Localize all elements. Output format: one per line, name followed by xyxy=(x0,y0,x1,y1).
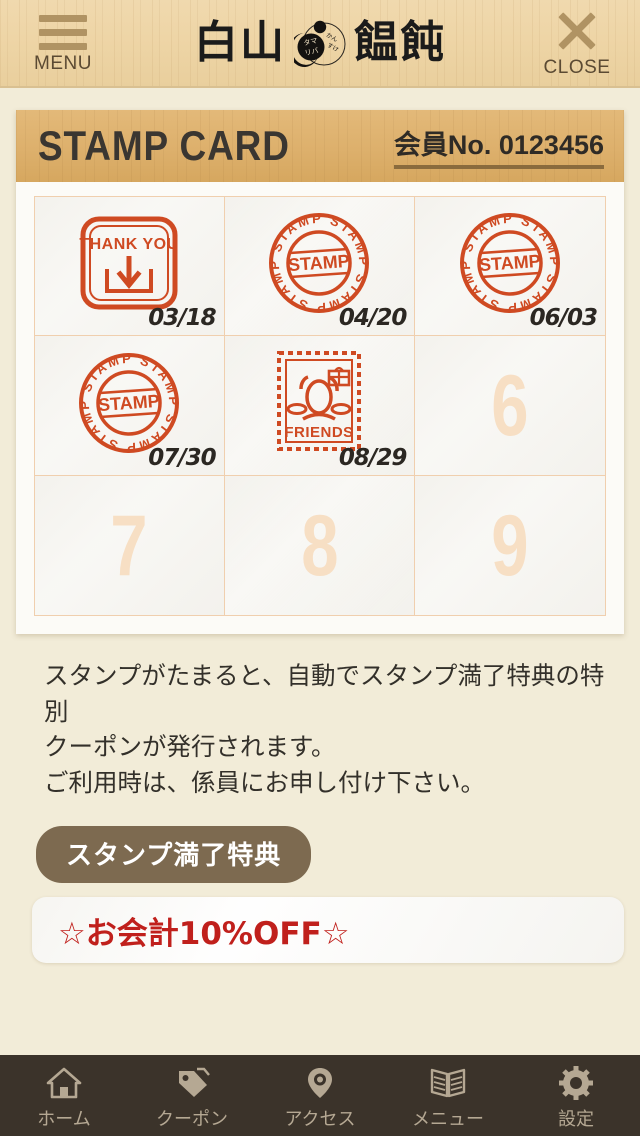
svg-text:THANK YOU: THANK YOU xyxy=(80,236,179,253)
stamp-cell-2[interactable]: STAMP STAMP STAMP STAMP STAMP 04/20 xyxy=(224,196,416,336)
reward-badge: スタンプ満了特典 xyxy=(36,826,312,884)
stamp-slot-number: 6 xyxy=(491,357,529,454)
stamp-date-4: 07/30 xyxy=(148,445,216,471)
gear-icon xyxy=(558,1064,594,1102)
coupon-text: ☆お会計10%OFF☆ xyxy=(58,915,350,952)
map-pin-icon xyxy=(301,1064,339,1102)
stamp-grid: THANK YOU 03/18 STAMP STAMP STAMP STAMP … xyxy=(34,196,606,616)
member-number-field: 会員No. 0123456 xyxy=(393,123,604,169)
home-icon xyxy=(45,1064,83,1102)
stamp-cell-5[interactable]: FRIENDS 08/29 xyxy=(224,336,416,476)
book-icon xyxy=(428,1064,468,1102)
stamp-slot-number: 7 xyxy=(110,497,148,594)
member-number: 会員No. 0123456 xyxy=(393,130,604,160)
stamp-cell-1[interactable]: THANK YOU 03/18 xyxy=(34,196,225,336)
nav-item-home[interactable]: ホーム xyxy=(0,1060,128,1131)
reward-section: スタンプ満了特典 ☆お会計10%OFF☆ xyxy=(0,800,640,964)
stamp-date-3: 06/03 xyxy=(529,305,598,331)
description-text: スタンプがたまると、自動でスタンプ満了特典の特別 クーポンが発行されます。 ご利… xyxy=(44,658,606,800)
close-x-icon xyxy=(554,8,600,54)
stamp-date-1: 03/18 xyxy=(148,305,216,331)
logo-text-left: 白山 xyxy=(194,17,286,68)
page-title: STAMP CARD xyxy=(38,122,290,169)
stamp-cell-9[interactable]: 9 xyxy=(415,476,606,616)
svg-text:かん: かん xyxy=(325,32,339,44)
nav-label-menu: メニュー xyxy=(412,1109,484,1130)
tamariba-logo-mark: タマ リバ かん すけ xyxy=(289,17,346,69)
thank-you-stamp-icon: THANK YOU xyxy=(73,207,185,319)
stamp-slot-number: 8 xyxy=(300,497,339,594)
coupon-card[interactable]: ☆お会計10%OFF☆ xyxy=(32,897,624,964)
stamp-cell-7[interactable]: 7 xyxy=(34,476,225,616)
svg-text:すけ: すけ xyxy=(326,42,340,54)
stamp-card-body: THANK YOU 03/18 STAMP STAMP STAMP STAMP … xyxy=(16,182,624,634)
nav-item-coupon[interactable]: クーポン xyxy=(128,1060,256,1131)
svg-text:STAMP: STAMP xyxy=(479,251,542,275)
bottom-navigation: ホーム クーポン アクセス メニュー 設定 xyxy=(0,1055,640,1136)
round-stamp-icon: STAMP STAMP STAMP STAMP STAMP xyxy=(73,347,185,459)
stamp-slot-number: 9 xyxy=(491,497,529,594)
round-stamp-icon: STAMP STAMP STAMP STAMP STAMP xyxy=(263,207,375,319)
nav-item-access[interactable]: アクセス xyxy=(256,1060,384,1131)
brand-logo: 白山 タマ リバ かん すけ 饂飩 xyxy=(106,17,534,69)
logo-text-right: 饂飩 xyxy=(354,17,446,68)
svg-text:FRIENDS: FRIENDS xyxy=(285,424,354,441)
app-header: MENU 白山 タマ リバ かん すけ 饂飩 CLOSE xyxy=(0,0,640,88)
nav-item-menu[interactable]: メニュー xyxy=(384,1060,512,1131)
tag-icon xyxy=(173,1064,211,1102)
stamp-cell-6[interactable]: 6 xyxy=(415,336,606,476)
stamp-cell-4[interactable]: STAMP STAMP STAMP STAMP STAMP 07/30 xyxy=(34,336,225,476)
nav-label-settings: 設定 xyxy=(558,1109,594,1130)
svg-text:STAMP: STAMP xyxy=(288,251,351,275)
svg-text:STAMP: STAMP xyxy=(98,390,161,414)
menu-button[interactable]: MENU xyxy=(20,11,106,75)
stamp-card: STAMP CARD 会員No. 0123456 THANK YOU 03/18… xyxy=(16,110,624,634)
friends-stamp-icon: FRIENDS xyxy=(263,347,375,459)
round-stamp-icon: STAMP STAMP STAMP STAMP STAMP xyxy=(454,207,566,319)
close-button[interactable]: CLOSE xyxy=(534,8,620,79)
stamp-cell-3[interactable]: STAMP STAMP STAMP STAMP STAMP 06/03 xyxy=(415,196,606,336)
stamp-cell-8[interactable]: 8 xyxy=(224,476,416,616)
menu-button-label: MENU xyxy=(34,53,92,74)
stamp-card-header: STAMP CARD 会員No. 0123456 xyxy=(16,110,624,182)
nav-label-coupon: クーポン xyxy=(156,1109,228,1130)
hamburger-icon xyxy=(39,11,87,50)
nav-label-home: ホーム xyxy=(37,1109,91,1130)
nav-item-settings[interactable]: 設定 xyxy=(512,1060,640,1131)
nav-label-access: アクセス xyxy=(284,1109,356,1130)
description-line-2: クーポンが発行されます。 xyxy=(44,732,336,762)
stamp-date-2: 04/20 xyxy=(338,305,407,331)
description-line-3: ご利用時は、係員にお申し付け下さい。 xyxy=(44,767,485,797)
stamp-date-5: 08/29 xyxy=(338,445,407,471)
close-button-label: CLOSE xyxy=(543,56,611,78)
description-line-1: スタンプがたまると、自動でスタンプ満了特典の特別 xyxy=(44,661,605,726)
